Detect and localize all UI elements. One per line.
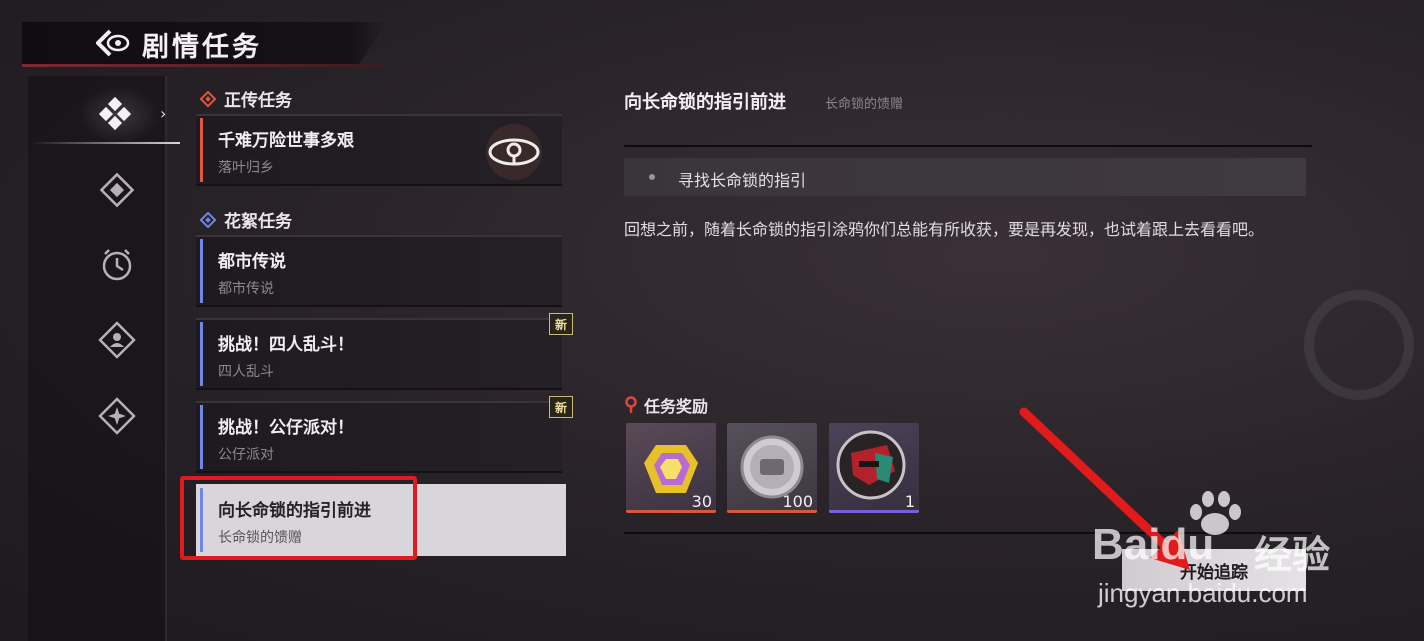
star-diamond-icon — [98, 397, 136, 435]
person-diamond-icon — [98, 321, 136, 359]
page-title: 剧情任务 — [142, 32, 262, 63]
rarity-bar — [829, 510, 919, 513]
location-pin-icon — [625, 396, 637, 413]
card-top-line — [196, 114, 562, 116]
chevron-right-icon: › — [160, 104, 167, 123]
quest-title: 挑战！四人乱斗！ — [218, 335, 354, 355]
quest-subtitle: 都市传说 — [218, 281, 274, 297]
bullet-dot — [649, 174, 655, 180]
watermark-brand: Baidu — [1092, 520, 1215, 569]
quest-card[interactable]: 千难万险世事多艰 落叶归乡 — [196, 114, 562, 186]
card-accent-bar — [200, 239, 203, 303]
card-accent-bar — [200, 118, 203, 182]
card-accent-bar — [200, 322, 203, 386]
main-quest-eye-icon — [486, 124, 542, 180]
card-top-line — [196, 235, 562, 237]
clock-icon — [102, 249, 132, 281]
section-label: 花絮任务 — [224, 212, 292, 232]
diamond-icon — [99, 172, 135, 208]
back-button[interactable] — [95, 28, 130, 58]
detail-subtitle: 长命锁的馈赠 — [825, 97, 904, 112]
quest-title: 挑战！公仔派对！ — [218, 418, 354, 438]
reward-amount: 1 — [904, 492, 915, 511]
rail-item-main-story[interactable] — [96, 94, 140, 138]
header-accent-line — [22, 64, 382, 67]
main-story-section-icon — [200, 90, 216, 107]
quest-title: 都市传说 — [218, 252, 286, 272]
reward-amount: 100 — [782, 492, 813, 511]
film-reel-decoration — [1304, 290, 1414, 400]
quest-subtitle: 落叶归乡 — [218, 160, 274, 176]
rail-item-5[interactable] — [95, 394, 139, 438]
reward-item[interactable]: 100 — [727, 423, 817, 513]
new-badge: 新 — [549, 313, 573, 335]
reward-item[interactable]: 1 — [829, 423, 919, 513]
detail-title: 向长命锁的指引前进 — [624, 92, 786, 113]
main-story-icon — [98, 96, 132, 131]
rail-item-3[interactable] — [95, 243, 139, 287]
rarity-bar — [727, 510, 817, 513]
section-side-story: 花絮任务 — [200, 207, 292, 232]
reward-heading: 任务奖励 — [624, 393, 708, 417]
quest-card[interactable]: 都市传说 都市传说 — [196, 235, 562, 307]
reward-amount: 30 — [691, 492, 712, 511]
card-top-line — [196, 401, 562, 403]
quest-title: 千难万险世事多艰 — [218, 131, 354, 151]
quest-subtitle: 四人乱斗 — [218, 364, 274, 380]
detail-divider — [624, 145, 1312, 147]
quest-description: 回想之前，随着长命锁的指引涂鸦你们总能有所收获，要是再发现，也试着跟上去看看吧。 — [624, 220, 1265, 239]
section-label: 正传任务 — [224, 91, 292, 111]
side-story-section-icon — [200, 211, 216, 228]
watermark-brand-cn: 经验 — [1254, 535, 1331, 577]
quest-card[interactable]: 挑战！四人乱斗！ 四人乱斗 — [196, 318, 562, 390]
rail-active-underline — [30, 142, 180, 144]
card-accent-bar — [200, 405, 203, 469]
back-eye-icon — [95, 29, 130, 57]
rail-divider — [165, 76, 167, 641]
objective-row: 寻找长命锁的指引 — [624, 158, 1306, 196]
card-top-line — [196, 318, 562, 320]
rail-item-2[interactable] — [95, 168, 139, 212]
quest-card[interactable]: 挑战！公仔派对！ 公仔派对 — [196, 401, 562, 473]
reward-item[interactable]: 30 — [626, 423, 716, 513]
baidu-watermark: Baidu 经验 jingyan.baidu.com — [1092, 490, 1372, 620]
rarity-bar — [626, 510, 716, 513]
annotation-highlight-box — [180, 476, 417, 560]
watermark-url: jingyan.baidu.com — [1098, 578, 1308, 608]
section-main-story: 正传任务 — [200, 86, 292, 111]
rail-item-4[interactable] — [95, 318, 139, 362]
new-badge: 新 — [549, 396, 573, 418]
objective-text: 寻找长命锁的指引 — [678, 171, 807, 190]
quest-subtitle: 公仔派对 — [218, 447, 274, 463]
reward-heading-label: 任务奖励 — [644, 397, 709, 416]
